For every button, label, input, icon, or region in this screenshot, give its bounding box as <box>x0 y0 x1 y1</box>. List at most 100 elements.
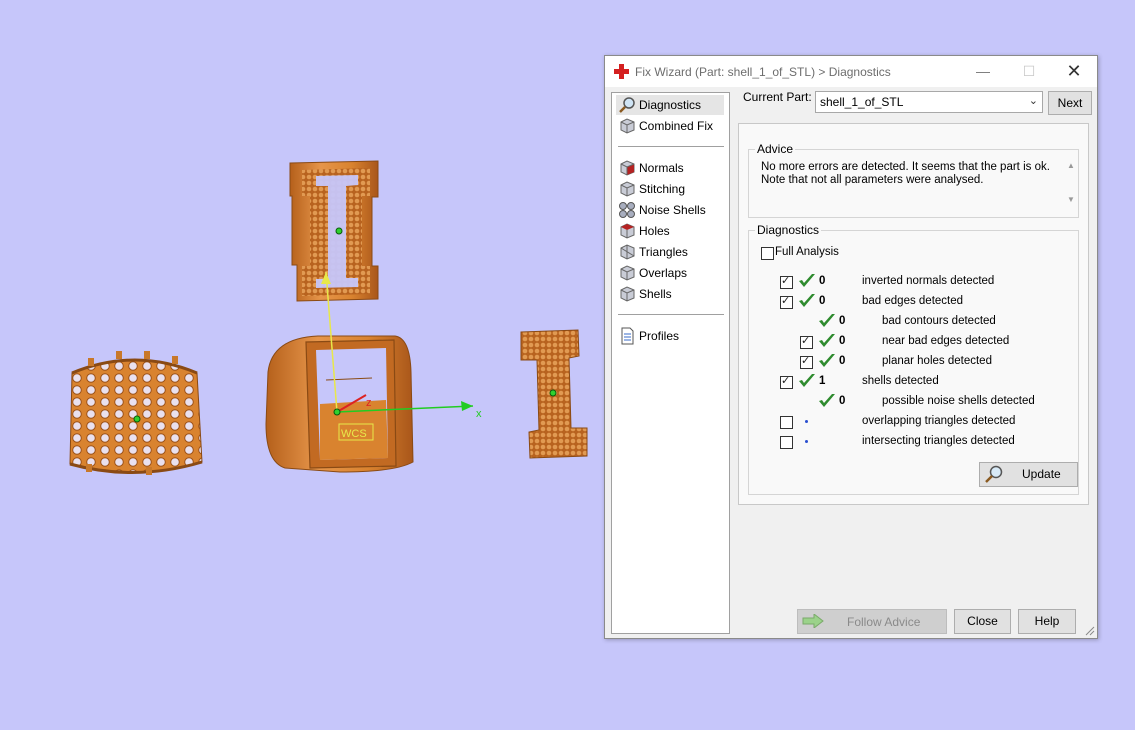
full-analysis-checkbox[interactable] <box>761 247 774 260</box>
arrow-right-icon <box>802 614 824 628</box>
update-label: Update <box>1022 467 1061 481</box>
diagnostics-group: Diagnostics Full Analysis ✓ 0 inverted nor… <box>748 223 1079 495</box>
overlaps-cube-icon <box>620 265 635 281</box>
3d-viewport[interactable]: x z WCS <box>0 0 604 730</box>
full-analysis-label: Full Analysis <box>775 246 839 258</box>
diagnostic-label: overlapping triangles detected <box>862 415 1016 427</box>
diagnostic-count: 0 <box>839 335 846 347</box>
advice-group: Advice No more errors are detected. It s… <box>748 142 1079 218</box>
nav-item-shells[interactable]: Shells <box>616 284 724 304</box>
nav-item-label: Combined Fix <box>639 119 714 133</box>
nav-separator <box>618 314 724 315</box>
nav-item-label: Overlaps <box>639 266 688 280</box>
current-part-select[interactable]: shell_1_of_STL ⌄ <box>815 91 1043 113</box>
checkmark-icon: ✓ <box>801 335 811 347</box>
diagnostic-checkbox[interactable] <box>780 436 793 449</box>
red-cross-icon <box>614 64 629 79</box>
nav-item-holes[interactable]: Holes <box>616 221 724 241</box>
scroll-down-icon[interactable]: ▼ <box>1064 195 1078 204</box>
next-button[interactable]: Next <box>1048 91 1092 115</box>
part-ring-body[interactable] <box>265 335 414 473</box>
diagnostic-count: 1 <box>819 375 826 387</box>
part-hex-cylinder[interactable] <box>69 351 203 475</box>
diagnostic-checkbox[interactable] <box>780 416 793 429</box>
diagnostics-group-title: Diagnostics <box>755 223 822 237</box>
diagnostic-label: shells detected <box>862 375 939 387</box>
green-check-icon <box>799 274 815 287</box>
nav-separator <box>618 146 724 147</box>
advice-scrollbar[interactable]: ▲ ▼ <box>1064 161 1078 209</box>
normals-cube-icon <box>620 160 635 176</box>
green-check-icon <box>819 354 835 367</box>
follow-advice-button[interactable]: Follow Advice <box>797 609 947 634</box>
diagnostic-checkbox[interactable]: ✓ <box>780 295 793 309</box>
nav-item-profiles[interactable]: Profiles <box>616 326 724 346</box>
advice-line: Note that not all parameters were analys… <box>761 174 984 186</box>
checkmark-icon: ✓ <box>781 375 791 387</box>
fix-wizard-dialog: Fix Wizard (Part: shell_1_of_STL) > Diag… <box>604 55 1098 639</box>
scene-canvas[interactable]: x z WCS <box>0 0 604 730</box>
nav-item-diagnostics[interactable]: Diagnostics <box>616 95 724 115</box>
shells-cube-icon <box>620 286 635 302</box>
wizard-nav-panel: Diagnostics Combined Fix Normals Stitching… <box>611 92 730 634</box>
nav-item-label: Profiles <box>639 329 680 343</box>
chevron-down-icon: ⌄ <box>1028 95 1038 107</box>
diagnostic-label: bad edges detected <box>862 295 964 307</box>
update-button[interactable]: Update <box>979 462 1078 487</box>
window-title: Fix Wizard (Part: shell_1_of_STL) > Diag… <box>635 65 891 79</box>
green-check-icon <box>799 294 815 307</box>
nav-item-overlaps[interactable]: Overlaps <box>616 263 724 283</box>
current-part-value: shell_1_of_STL <box>820 95 904 109</box>
minimize-button[interactable]: — <box>960 56 1006 87</box>
magnifier-icon <box>985 465 1003 483</box>
diagnostic-checkbox[interactable]: ✓ <box>780 375 793 389</box>
diagnostic-count: 0 <box>839 355 846 367</box>
holes-cube-icon <box>620 223 635 239</box>
green-check-icon <box>799 374 815 387</box>
checkmark-icon: ✓ <box>781 275 791 287</box>
close-button[interactable]: Close <box>954 609 1011 634</box>
axis-z-label: z <box>366 397 372 409</box>
diagnostic-checkbox[interactable]: ✓ <box>780 275 793 289</box>
help-button[interactable]: Help <box>1018 609 1076 634</box>
part-right-block[interactable] <box>520 329 588 459</box>
wcs-label: WCS <box>341 428 367 440</box>
nav-item-stitching[interactable]: Stitching <box>616 179 724 199</box>
window-close-button[interactable]: ✕ <box>1051 56 1097 87</box>
pending-dot-icon <box>805 420 808 423</box>
checkmark-icon: ✓ <box>801 355 811 367</box>
green-check-icon <box>819 334 835 347</box>
nav-item-label: Diagnostics <box>639 98 702 112</box>
stitching-cube-icon <box>620 181 635 197</box>
resize-grip-icon[interactable] <box>1085 626 1095 636</box>
advice-text-area: No more errors are detected. It seems th… <box>758 161 1064 209</box>
diagnostic-label: near bad edges detected <box>882 335 1010 347</box>
diagnostic-label: intersecting triangles detected <box>862 435 1015 447</box>
diagnostic-label: possible noise shells detected <box>882 395 1035 407</box>
nav-item-label: Triangles <box>639 245 688 259</box>
nav-item-label: Shells <box>639 287 672 301</box>
maximize-button[interactable]: ☐ <box>1006 56 1052 87</box>
axis-x-label: x <box>476 408 482 420</box>
diagnostic-checkbox[interactable]: ✓ <box>800 355 813 369</box>
document-icon <box>621 327 634 345</box>
cube-icon <box>620 118 635 134</box>
diagnostic-label: bad contours detected <box>882 315 996 327</box>
diagnostic-count: 0 <box>819 295 826 307</box>
nav-item-normals[interactable]: Normals <box>616 158 724 178</box>
triangles-cube-icon <box>620 244 635 260</box>
part-top-bracket[interactable] <box>289 160 379 302</box>
nav-item-noise-shells[interactable]: Noise Shells <box>616 200 724 220</box>
nav-item-label: Normals <box>639 161 684 175</box>
nav-item-triangles[interactable]: Triangles <box>616 242 724 262</box>
pending-dot-icon <box>805 440 808 443</box>
nav-item-label: Holes <box>639 224 670 238</box>
scroll-up-icon[interactable]: ▲ <box>1064 161 1078 170</box>
nav-item-combined-fix[interactable]: Combined Fix <box>616 116 724 136</box>
noise-shells-icon <box>619 202 635 218</box>
diagnostic-count: 0 <box>839 315 846 327</box>
diagnostic-checkbox[interactable]: ✓ <box>800 335 813 349</box>
magnifier-icon <box>619 97 635 113</box>
green-check-icon <box>819 394 835 407</box>
title-bar[interactable]: Fix Wizard (Part: shell_1_of_STL) > Diag… <box>605 56 1097 87</box>
